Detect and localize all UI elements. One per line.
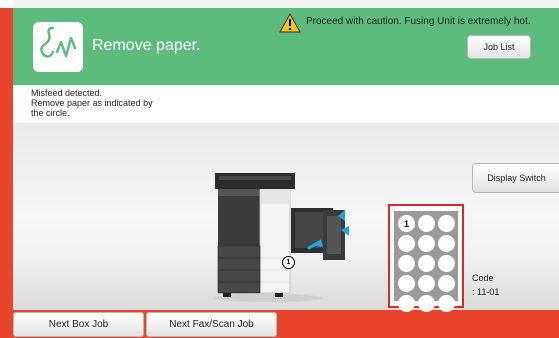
- tray-grid: 1: [398, 215, 455, 312]
- message-area: Misfeed detected. Remove paper as indica…: [13, 85, 559, 123]
- tray-grid-panel: 1: [394, 211, 458, 312]
- job-list-button[interactable]: Job List: [467, 35, 531, 59]
- tray-dot: [398, 275, 415, 292]
- tray-dot: [418, 215, 435, 232]
- tray-dot: [398, 255, 415, 272]
- screen-frame: Remove paper. Proceed with caution. Fusi…: [0, 0, 559, 338]
- tray-dot-marked: 1: [398, 215, 415, 232]
- tray-dot: [438, 215, 455, 232]
- printer-illustration: [213, 168, 363, 303]
- code-value: : 11-01: [472, 287, 500, 297]
- callout-number: 1: [286, 259, 291, 266]
- header-bar: Remove paper. Proceed with caution. Fusi…: [13, 8, 559, 85]
- tray-dot: [438, 235, 455, 252]
- next-box-job-button[interactable]: Next Box Job: [13, 312, 144, 337]
- warning-triangle-icon: [279, 12, 301, 33]
- tray-dot: [418, 295, 435, 312]
- next-fax-scan-job-button[interactable]: Next Fax/Scan Job: [146, 312, 277, 337]
- tray-dot: [398, 235, 415, 252]
- paper-jam-icon: [33, 22, 83, 72]
- left-accent-bar: [0, 8, 13, 320]
- tray-dot-number: 1: [403, 218, 409, 229]
- page-title: Remove paper.: [92, 37, 201, 54]
- tray-location-diagram: 1: [388, 204, 464, 312]
- tray-dot: [418, 275, 435, 292]
- tray-dot: [418, 235, 435, 252]
- misfeed-message: Misfeed detected. Remove paper as indica…: [31, 88, 153, 118]
- tray-dot: [438, 275, 455, 292]
- tray-dot: [438, 295, 455, 312]
- callout-number-badge: 1: [282, 256, 295, 269]
- tray-dot: [418, 255, 435, 272]
- warning-message: Proceed with caution. Fusing Unit is ext…: [306, 16, 531, 27]
- display-switch-button[interactable]: Display Switch: [472, 163, 559, 193]
- code-label: Code: [472, 273, 494, 283]
- tray-dot: [438, 255, 455, 272]
- tray-dot: [398, 295, 415, 312]
- top-strip: [13, 0, 559, 8]
